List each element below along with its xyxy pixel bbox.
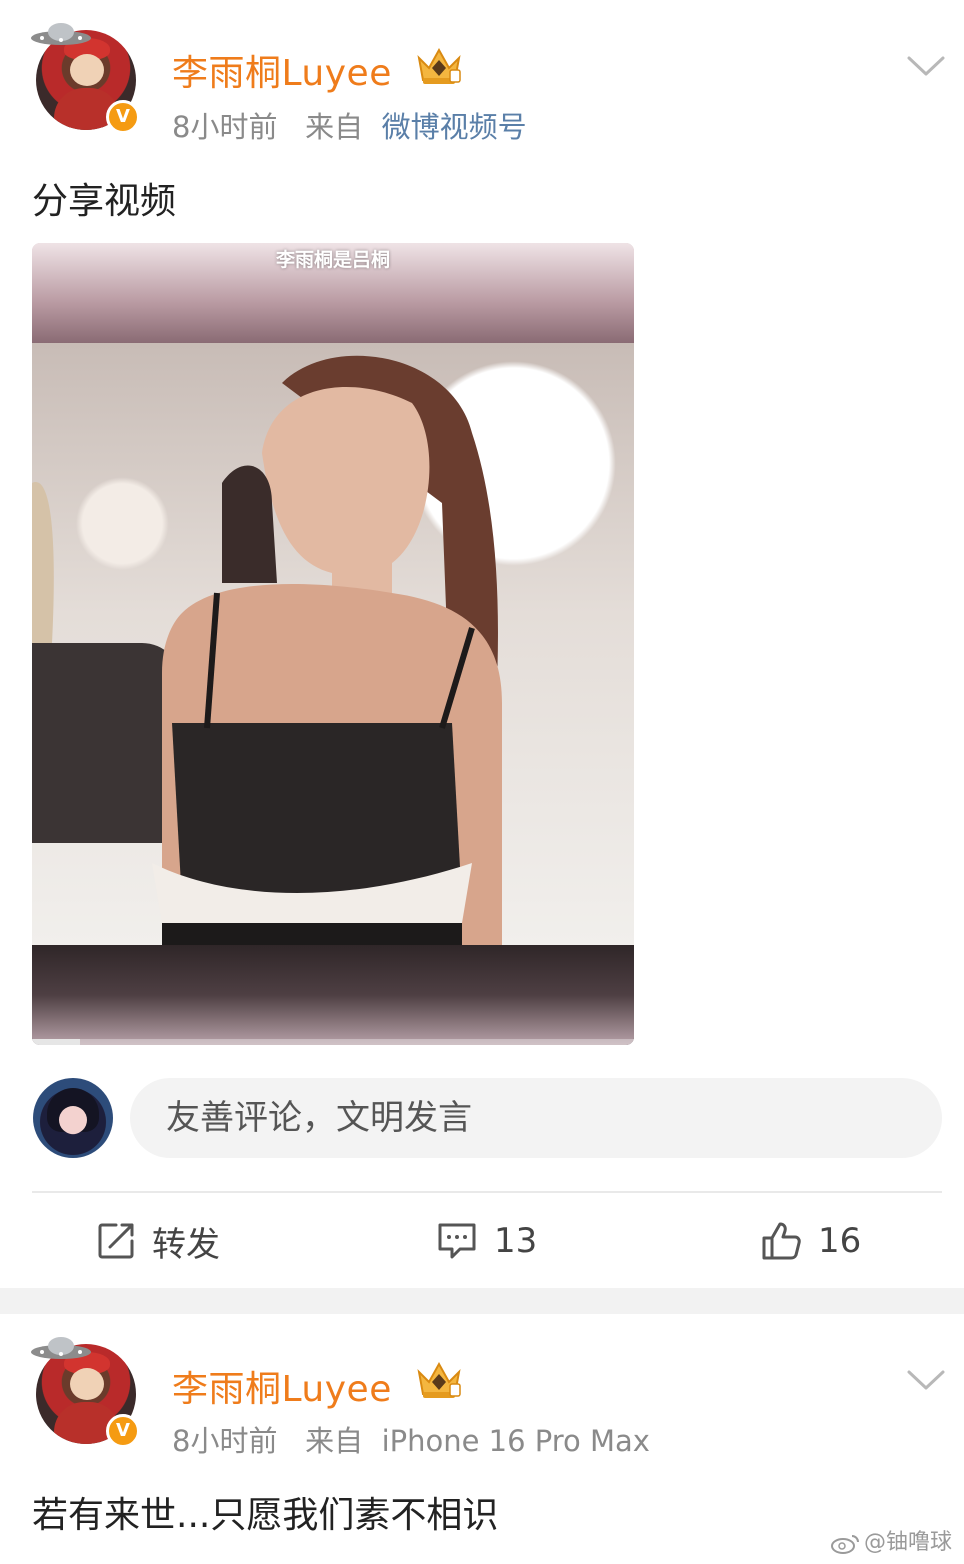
post-time: 8小时前 [172,110,278,144]
feed-separator [0,1288,964,1314]
repost-button[interactable]: 转发 [96,1214,220,1268]
crown-icon[interactable] [414,1358,464,1402]
video-player[interactable]: 李雨桐是吕桐 [32,243,634,1045]
action-divider [32,1191,942,1193]
post-text: 若有来世...只愿我们素不相识 [32,1495,499,1536]
post-time: 8小时前 [172,1424,278,1458]
verified-badge-icon: V [106,1414,140,1448]
crown-icon[interactable] [414,44,464,88]
author-avatar[interactable]: V [28,1332,148,1452]
post-meta: 8小时前 来自 iPhone 16 Pro Max [172,1418,650,1460]
feed-post: V 李雨桐Luyee 8小时前 来自 微博视频号 分享视频 李雨桐是吕桐 友善评… [0,0,964,1288]
ufo-icon [31,23,91,45]
ufo-icon [31,1337,91,1359]
watermark: @铀噜球 [830,1524,952,1556]
post-source: iPhone 16 Pro Max [381,1424,650,1458]
video-bottom-band [32,945,634,1045]
weibo-logo-icon [830,1535,859,1554]
post-text: 分享视频 [32,181,177,222]
video-progress-bar[interactable] [32,1039,634,1045]
video-caption: 李雨桐是吕桐 [275,249,390,271]
comments-count: 13 [494,1221,538,1261]
author-avatar[interactable]: V [28,18,148,138]
author-name[interactable]: 李雨桐Luyee [172,1360,392,1412]
repost-icon [98,1223,134,1259]
comment-icon [438,1223,476,1259]
like-button[interactable]: 16 [760,1214,861,1268]
from-label: 来自 [305,1424,364,1458]
watermark-text: @铀噜球 [863,1530,952,1555]
chevron-down-icon[interactable] [906,54,946,78]
verified-badge-icon: V [106,100,140,134]
chevron-down-icon[interactable] [906,1368,946,1392]
current-user-avatar[interactable] [33,1078,113,1158]
feed-post: V 李雨桐Luyee 8小时前 来自 iPhone 16 Pro Max 若有来… [0,1314,964,1564]
comment-button[interactable]: 13 [436,1214,537,1268]
comment-input[interactable]: 友善评论，文明发言 [130,1078,942,1158]
likes-count: 16 [818,1221,862,1261]
from-label: 来自 [305,110,364,144]
video-progress-fill [32,1039,81,1045]
repost-label: 转发 [152,1224,220,1265]
post-meta: 8小时前 来自 微博视频号 [172,104,527,146]
thumbs-up-icon [762,1222,801,1260]
video-figure-image [32,355,502,945]
post-source-link[interactable]: 微博视频号 [382,110,527,144]
video-frame [32,343,634,945]
author-name[interactable]: 李雨桐Luyee [172,44,392,96]
